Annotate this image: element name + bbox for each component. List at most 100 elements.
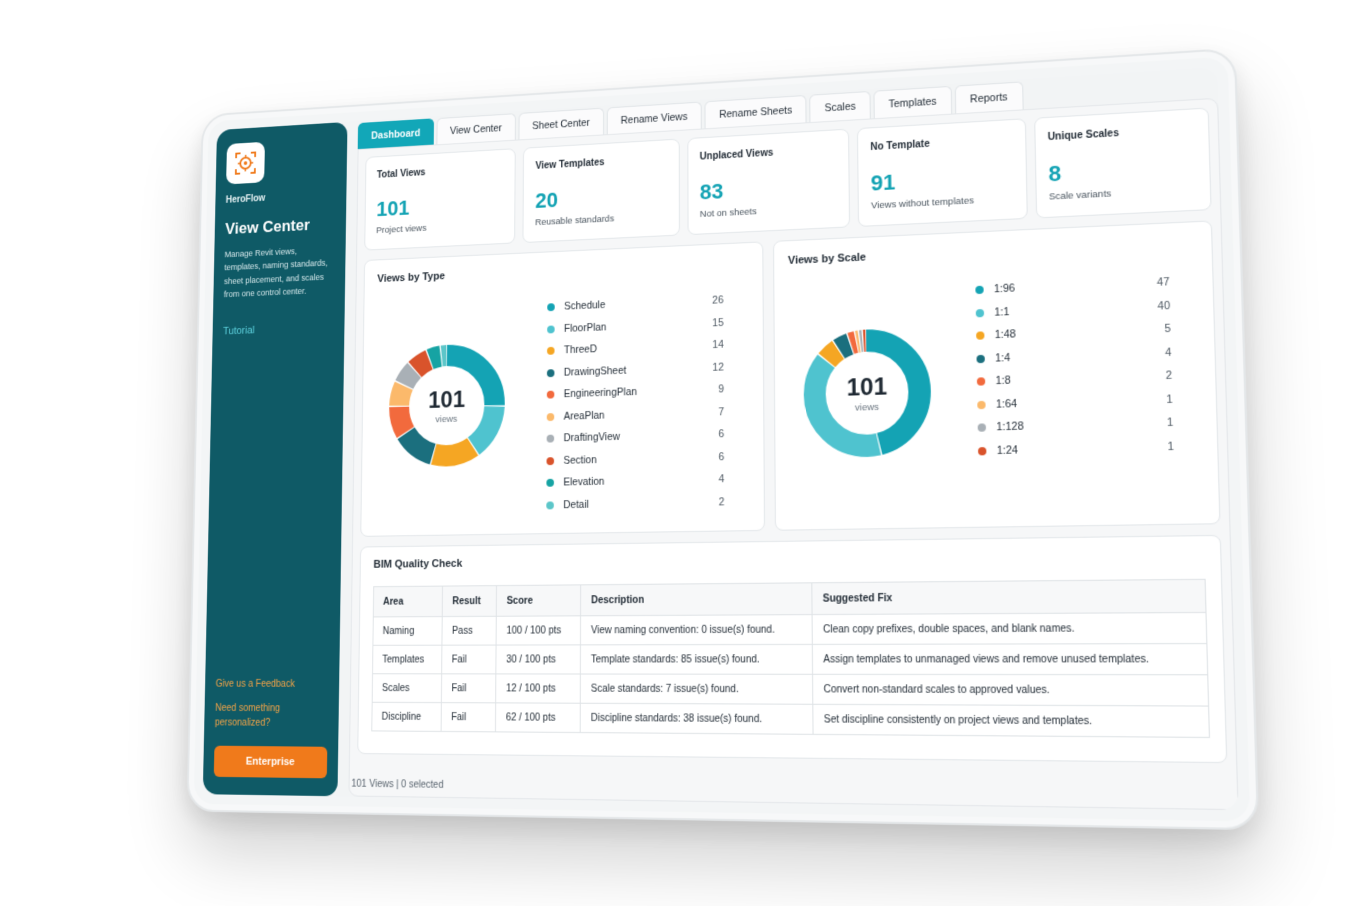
cell-result: Pass	[442, 616, 497, 645]
donut-unit: views	[435, 413, 457, 424]
legend-count: 5	[1145, 323, 1171, 336]
legend-dot	[547, 413, 555, 421]
column-header: Description	[581, 583, 812, 616]
cell-description: Scale standards: 7 issue(s) found.	[581, 674, 813, 704]
table-row[interactable]: Templates Fail 30 / 100 pts Template sta…	[373, 644, 1208, 675]
legend-dot	[547, 347, 555, 355]
cell-score: 12 / 100 pts	[496, 674, 581, 703]
cell-suggested-fix: Convert non-standard scales to approved …	[813, 674, 1209, 706]
views-by-type-card: Views by Type 101 views Schedule 26 FloorP…	[360, 241, 765, 536]
sidebar-description: Manage Revit views, templates, naming st…	[224, 243, 335, 302]
cell-score: 100 / 100 pts	[496, 616, 581, 645]
stage: HeroFlow View Center Manage Revit views,…	[0, 0, 1360, 906]
tab-reports[interactable]: Reports	[955, 81, 1024, 113]
enterprise-button[interactable]: Enterprise	[214, 746, 328, 779]
quality-title: BIM Quality Check	[373, 549, 1205, 571]
legend-dot	[547, 435, 555, 443]
chart-title: Views by Scale	[788, 237, 1197, 267]
legend-dot	[547, 457, 555, 465]
cell-result: Fail	[441, 703, 496, 732]
stat-label: Unplaced Views	[700, 144, 837, 162]
legend-dot	[546, 479, 554, 487]
legend-item: 1:24 1	[978, 435, 1174, 463]
donut-center: 101 views	[382, 336, 512, 475]
legend-dot	[547, 325, 555, 333]
column-header: Suggested Fix	[812, 579, 1206, 614]
stat-value: 8	[1048, 153, 1197, 187]
cell-area: Scales	[372, 674, 442, 703]
legend-count: 4	[701, 473, 725, 486]
stat-value: 20	[535, 182, 667, 214]
feedback-link[interactable]: Give us a Feedback	[216, 679, 329, 690]
stat-label: Unique Scales	[1047, 124, 1195, 144]
cell-area: Naming	[373, 617, 442, 646]
legend-dot	[547, 369, 555, 377]
legend-count: 26	[700, 295, 723, 308]
donut-total: 101	[847, 373, 888, 403]
charts-row: Views by Type 101 views Schedule 26 FloorP…	[360, 220, 1220, 536]
stat-subtext: Scale variants	[1049, 184, 1198, 203]
legend-dot	[547, 391, 555, 399]
column-header: Area	[373, 586, 442, 617]
legend-dot	[546, 501, 554, 509]
cell-suggested-fix: Clean copy prefixes, double spaces, and …	[812, 612, 1207, 644]
target-icon	[233, 150, 258, 177]
stat-label: Total Views	[377, 163, 504, 181]
legend-label: Section	[563, 451, 700, 466]
sidebar-bottom: Give us a Feedback Need something person…	[214, 679, 329, 778]
tablet-frame: HeroFlow View Center Manage Revit views,…	[187, 48, 1260, 831]
bim-quality-check: BIM Quality Check Area Result Score Desc…	[357, 535, 1227, 763]
legend-label: 1:96	[994, 277, 1144, 295]
legend-count: 1	[1147, 417, 1173, 430]
legend-dot	[976, 332, 984, 340]
legend-count: 9	[701, 384, 724, 397]
legend-label: Schedule	[564, 296, 700, 313]
legend-count: 14	[700, 339, 723, 352]
table-row[interactable]: Discipline Fail 62 / 100 pts Discipline …	[372, 702, 1210, 737]
legend-count: 40	[1144, 300, 1170, 313]
legend-dot	[976, 355, 984, 363]
legend-dot	[976, 309, 984, 317]
tab-scales[interactable]: Scales	[810, 91, 871, 122]
legend-count: 47	[1144, 276, 1170, 289]
stat-value: 101	[376, 191, 504, 222]
column-header: Result	[442, 586, 497, 617]
stat-value: 83	[700, 173, 837, 206]
legend-label: 1:8	[995, 370, 1146, 387]
chart-title: Views by Type	[377, 257, 749, 285]
stat-card-view-templates: View Templates 20 Reusable standards	[523, 139, 680, 243]
views-by-scale-card: Views by Scale 101 views 1:96 47 1:1 40 1:48…	[773, 220, 1220, 530]
brand-name: HeroFlow	[226, 189, 336, 205]
legend-label: AreaPlan	[564, 407, 701, 423]
cell-score: 62 / 100 pts	[496, 703, 581, 733]
table-row[interactable]: Scales Fail 12 / 100 pts Scale standards…	[372, 674, 1208, 706]
chart-legend: Schedule 26 FloorPlan 15 ThreeD 14 DrawingShee…	[546, 289, 724, 516]
stat-card-total-views: Total Views 101 Project views	[364, 148, 516, 250]
legend-count: 2	[1146, 370, 1172, 383]
legend-count: 2	[701, 496, 725, 508]
legend-dot	[977, 378, 985, 386]
legend-count: 15	[700, 317, 723, 330]
legend-count: 7	[701, 406, 724, 419]
stat-subtext: Project views	[376, 219, 504, 236]
donut-unit: views	[855, 401, 879, 413]
stat-subtext: Not on sheets	[700, 202, 837, 220]
tutorial-link[interactable]: Tutorial	[223, 324, 255, 336]
sidebar: HeroFlow View Center Manage Revit views,…	[203, 122, 348, 796]
sidebar-title: View Center	[225, 215, 335, 239]
donut-chart: 101 views	[382, 336, 512, 475]
legend-count: 1	[1147, 393, 1173, 406]
legend-label: 1:48	[995, 324, 1146, 342]
legend-count: 12	[700, 361, 723, 374]
app-logo	[226, 142, 265, 185]
table-row[interactable]: Naming Pass 100 / 100 pts View naming co…	[373, 612, 1207, 645]
status-bar: 101 Views | 0 selected	[351, 779, 443, 791]
stat-label: View Templates	[535, 154, 667, 172]
personalized-link[interactable]: Need something personalized?	[215, 701, 328, 731]
stat-card-unplaced-views: Unplaced Views 83 Not on sheets	[687, 129, 850, 236]
legend-dot	[977, 401, 985, 409]
stat-subtext: Views without templates	[871, 193, 1014, 211]
column-header: Score	[497, 585, 581, 616]
cell-suggested-fix: Assign templates to unmanaged views and …	[813, 644, 1208, 675]
legend-label: ThreeD	[564, 340, 701, 357]
